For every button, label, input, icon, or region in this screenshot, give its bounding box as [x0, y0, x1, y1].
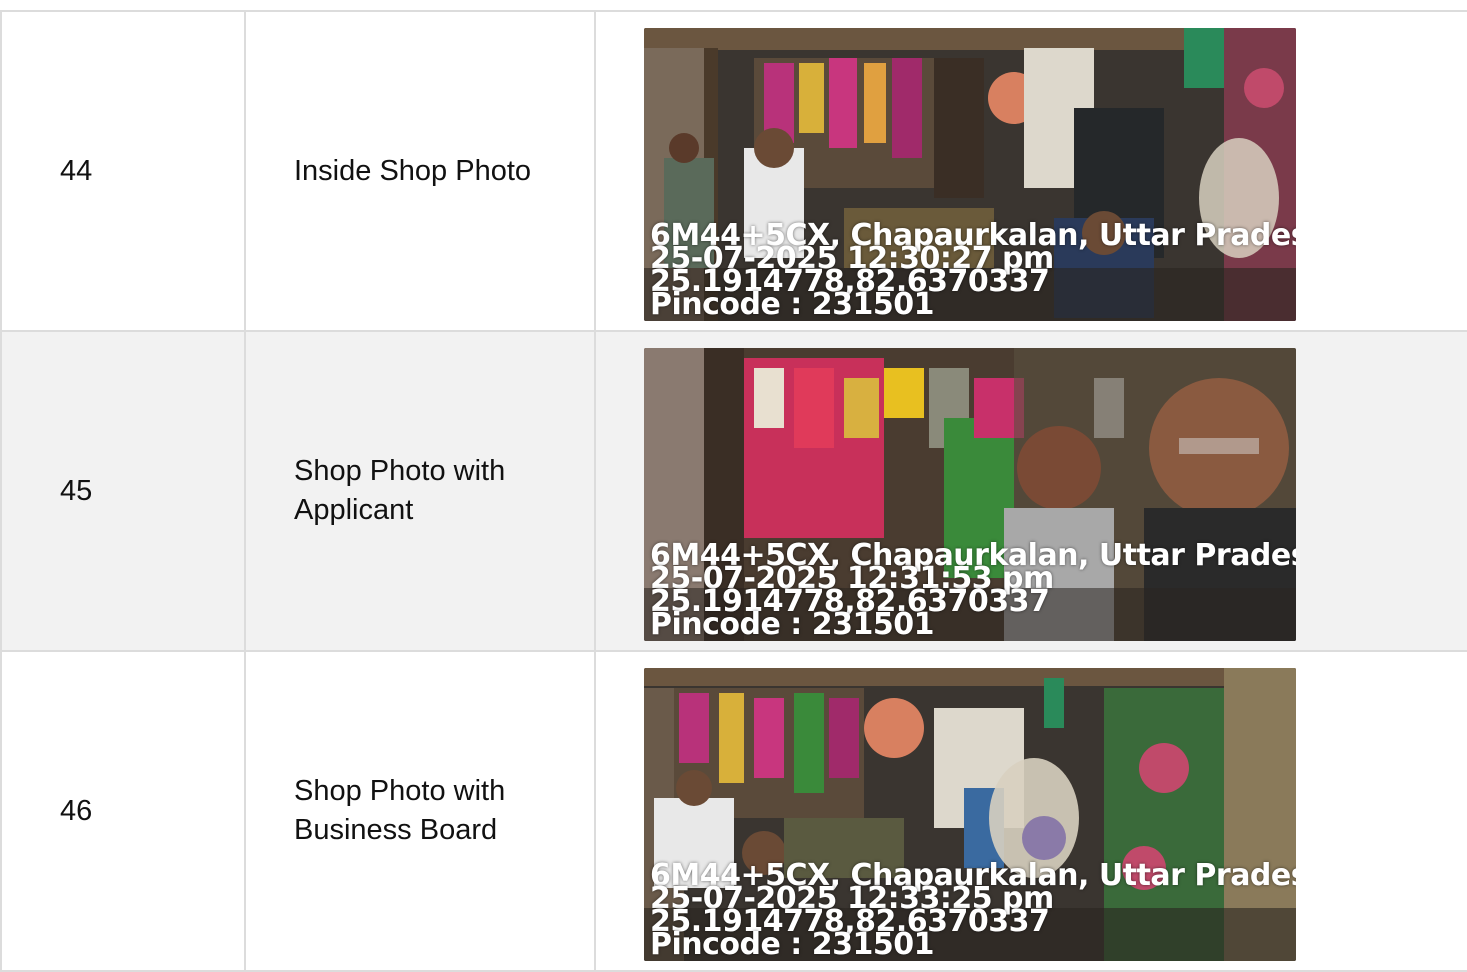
row-number: 46 [0, 652, 246, 970]
row-label: Shop Photo with Applicant [246, 332, 596, 650]
photo-cell: 6M44+5CX, Chapaurkalan, Uttar Pradesh 23… [596, 332, 1467, 650]
table-row: 46 Shop Photo with Business Board 6M44+5… [0, 652, 1467, 972]
photo-cell: 6M44+5CX, Chapaurkalan, Uttar Pradesh 23… [596, 12, 1467, 330]
photo-cell: 6M44+5CX, Chapaurkalan, Uttar Pradesh 23… [596, 652, 1467, 970]
shop-with-applicant-photo: 6M44+5CX, Chapaurkalan, Uttar Pradesh 23… [644, 348, 1296, 641]
row-label: Inside Shop Photo [246, 12, 596, 330]
row-label: Shop Photo with Business Board [246, 652, 596, 970]
inside-shop-photo: 6M44+5CX, Chapaurkalan, Uttar Pradesh 23… [644, 28, 1296, 321]
shop-with-board-photo: 6M44+5CX, Chapaurkalan, Uttar Pradesh 23… [644, 668, 1296, 961]
geo-overlay: 6M44+5CX, Chapaurkalan, Uttar Pradesh 23… [650, 541, 1296, 640]
row-number: 44 [0, 12, 246, 330]
table-row: 45 Shop Photo with Applicant 6M44+5CX, C… [0, 332, 1467, 652]
geo-overlay: 6M44+5CX, Chapaurkalan, Uttar Pradesh 23… [650, 861, 1296, 960]
photo-table: 44 Inside Shop Photo 6M44+5CX, Chapaurka… [0, 10, 1467, 972]
geo-overlay: 6M44+5CX, Chapaurkalan, Uttar Pradesh 23… [650, 221, 1296, 320]
table-row: 44 Inside Shop Photo 6M44+5CX, Chapaurka… [0, 12, 1467, 332]
row-number: 45 [0, 332, 246, 650]
